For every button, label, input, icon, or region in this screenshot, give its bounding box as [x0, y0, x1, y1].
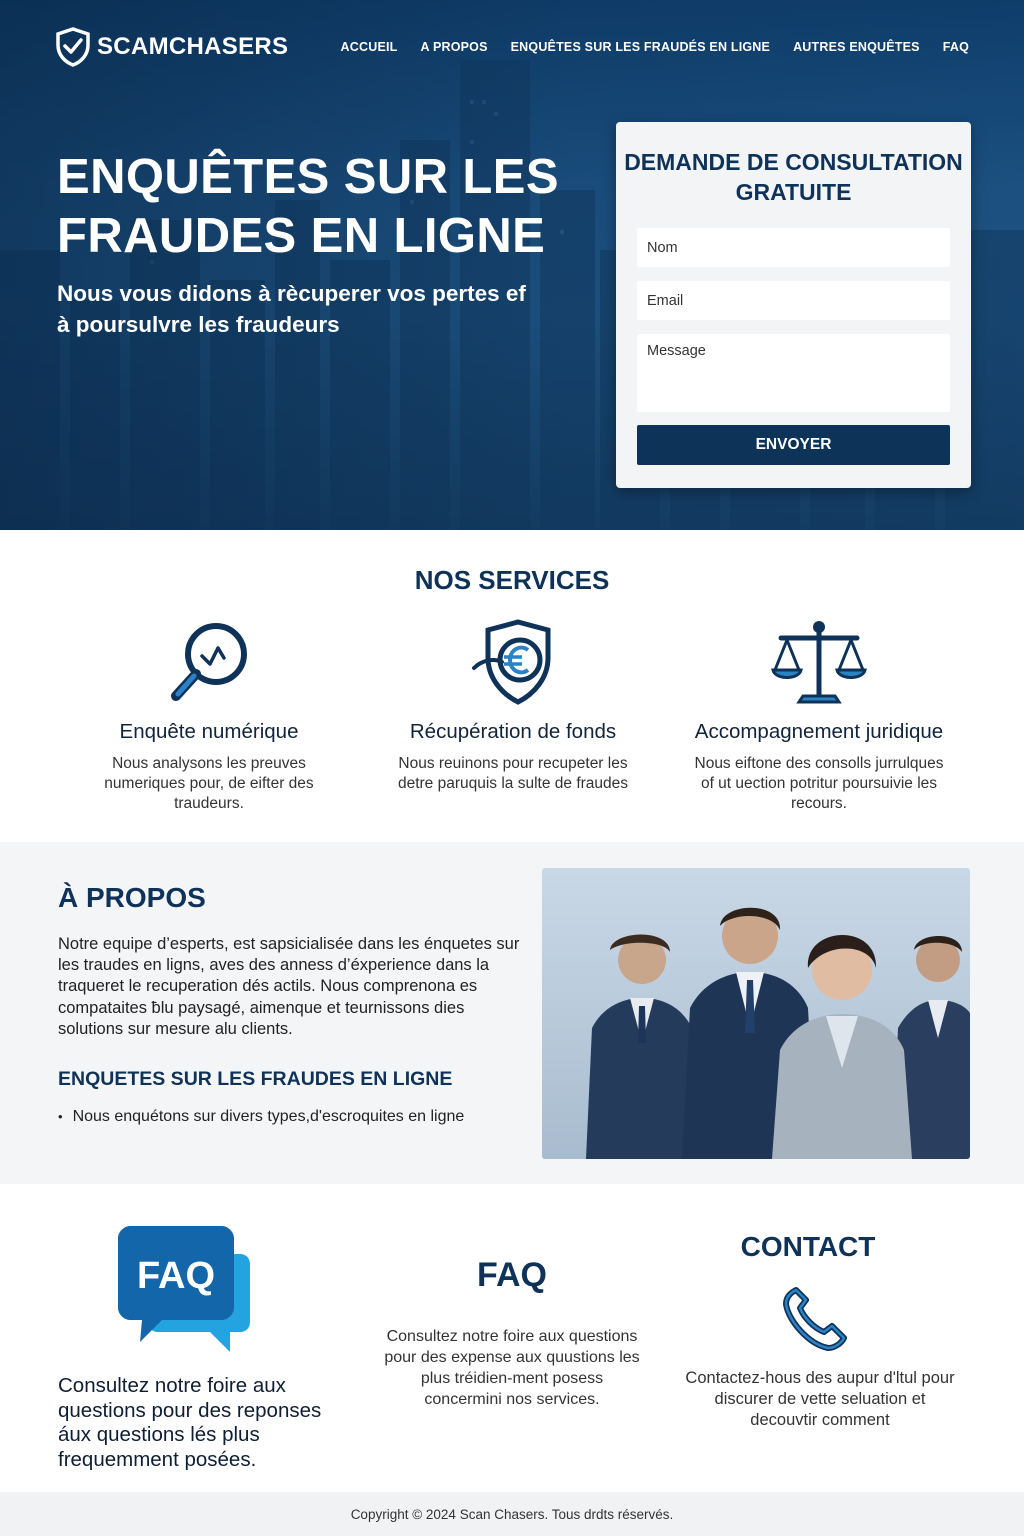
faq-intro-text: Consultez notre foire aux questions pour…: [58, 1374, 322, 1471]
hero-subtitle: Nous vous didons à rècuperer vos pertes …: [57, 281, 526, 337]
hero-section: SCAMCHASERS ACCUEIL A PROPOS ENQUÊTES SU…: [0, 0, 1024, 530]
service-title: Accompagnement juridique: [694, 720, 944, 743]
faq-text: Consultez notre foire aux questions pour…: [384, 1328, 640, 1408]
footer: Copyright © 2024 Scan Chasers. Tous drdt…: [0, 1492, 1024, 1536]
scales-icon: [771, 621, 867, 704]
nav-a-propos[interactable]: A PROPOS: [421, 40, 488, 54]
services-title: NOS SERVICES: [414, 565, 610, 595]
name-field[interactable]: [637, 228, 950, 267]
about-text: Notre equipe d’esperts, est sapsicialisé…: [58, 935, 520, 1038]
brand-logo[interactable]: SCAMCHASERS: [55, 27, 288, 67]
main-nav: ACCUEIL A PROPOS ENQUÊTES SUR LES FRAUDÉ…: [341, 40, 969, 54]
consultation-form: DEMANDE DE CONSULTATION GRATUITE ENVOYER: [616, 122, 971, 488]
form-title: DEMANDE DE CONSULTATION GRATUITE: [624, 149, 963, 205]
nav-enquetes-fraudes[interactable]: ENQUÊTES SUR LES FRAUDÉS EN LIGNE: [511, 40, 770, 54]
service-text: Nous analysons les preuves numeriques po…: [104, 755, 314, 812]
about-subtitle: ENQUETES SUR LES FRAUDES EN LIGNE: [58, 1068, 453, 1090]
about-section: À PROPOS Notre equipe d’esperts, est sap…: [0, 842, 1024, 1184]
service-card-recuperation: Récupération de fonds Nous reuinons pour…: [358, 618, 668, 794]
service-text: Nous reuinons pour recupeter les detre p…: [397, 755, 629, 792]
about-title: À PROPOS: [58, 882, 206, 913]
brand-name: SCAMCHASERS: [97, 33, 289, 60]
service-card-enquete: Enquête numérique Nous analysons les pre…: [54, 618, 364, 814]
service-title: Récupération de fonds: [409, 720, 617, 743]
email-field[interactable]: [637, 281, 950, 320]
contact-text: Contactez-hous des aupur d'ltul pour dis…: [685, 1369, 955, 1429]
service-card-juridique: Accompagnement juridique Nous eiftone de…: [664, 618, 974, 814]
navbar: SCAMCHASERS ACCUEIL A PROPOS ENQUÊTES SU…: [0, 0, 1024, 95]
contact-title[interactable]: CONTACT: [708, 1231, 908, 1263]
submit-button[interactable]: ENVOYER: [637, 425, 950, 465]
hero-title: ENQUÊTES SUR LES FRAUDES EN LIGNE: [57, 150, 559, 263]
about-list: Nous enquétons sur divers types,d'escroq…: [58, 1108, 465, 1126]
services-section: NOS SERVICES Enquête numérique Nous anal…: [0, 530, 1024, 842]
svg-text:FAQ: FAQ: [137, 1255, 215, 1297]
team-illustration: [586, 907, 970, 1159]
faq-contact-section: FAQ Consultez notre foire aux questions …: [0, 1184, 1024, 1492]
message-field[interactable]: [637, 334, 950, 412]
team-photo: [542, 868, 970, 1159]
shield-check-icon: [56, 27, 90, 67]
copyright-text: Copyright © 2024 Scan Chasers. Tous drdt…: [350, 1507, 674, 1522]
service-title: Enquête numérique: [119, 720, 299, 743]
phone-icon: [783, 1287, 847, 1351]
faq-title[interactable]: FAQ: [412, 1256, 612, 1295]
list-item: Nous enquétons sur divers types,d'escroq…: [58, 1108, 465, 1126]
magnifier-icon: [171, 623, 247, 701]
euro-shield-icon: [472, 619, 551, 705]
nav-accueil[interactable]: ACCUEIL: [341, 40, 398, 54]
nav-faq[interactable]: FAQ: [943, 40, 969, 54]
faq-bubble-icon: FAQ: [118, 1226, 258, 1356]
nav-autres-enquetes[interactable]: AUTRES ENQUÊTES: [793, 40, 920, 54]
service-text: Nous eiftone des consolls jurrulques of …: [694, 755, 944, 812]
